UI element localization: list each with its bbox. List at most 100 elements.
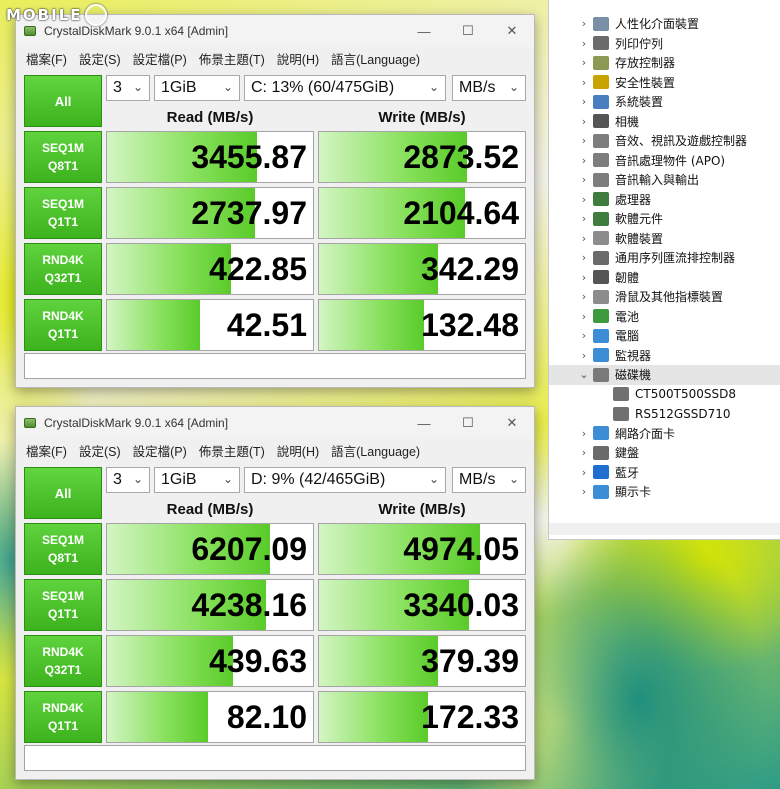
- chevron-right-icon[interactable]: ›: [577, 212, 591, 225]
- chevron-right-icon[interactable]: ›: [577, 329, 591, 342]
- device-category[interactable]: › 電腦: [549, 326, 780, 346]
- device-item[interactable]: ›RS512GSSD710: [549, 404, 780, 424]
- device-category[interactable]: › 顯示卡: [549, 482, 780, 502]
- read-result: 4238.16: [106, 579, 314, 631]
- device-category[interactable]: › 安全性裝置: [549, 73, 780, 93]
- chevron-right-icon[interactable]: ›: [577, 271, 591, 284]
- device-category[interactable]: › 處理器: [549, 190, 780, 210]
- close-icon[interactable]: ✕: [490, 15, 534, 47]
- device-category[interactable]: › 人性化介面裝置: [549, 14, 780, 34]
- test-size-select[interactable]: 1GiB ⌄: [154, 75, 240, 101]
- all-button[interactable]: All: [24, 467, 102, 519]
- seq1m-q1t1-button[interactable]: SEQ1M Q1T1: [24, 579, 102, 631]
- menu-theme[interactable]: 佈景主題(T): [193, 49, 271, 68]
- seq1m-q1t1-button[interactable]: SEQ1M Q1T1: [24, 187, 102, 239]
- drive-select[interactable]: D: 9% (42/465GiB) ⌄: [244, 467, 446, 493]
- chevron-right-icon[interactable]: ›: [577, 17, 591, 30]
- menu-help[interactable]: 說明(H): [271, 441, 325, 460]
- chevron-right-icon[interactable]: ›: [577, 251, 591, 264]
- seq1m-q8t1-button[interactable]: SEQ1M Q8T1: [24, 523, 102, 575]
- device-category[interactable]: › 監視器: [549, 346, 780, 366]
- device-category[interactable]: › 音效、視訊及遊戲控制器: [549, 131, 780, 151]
- chevron-right-icon[interactable]: ›: [577, 76, 591, 89]
- menu-help[interactable]: 說明(H): [271, 49, 325, 68]
- chevron-right-icon[interactable]: ›: [577, 154, 591, 167]
- crystaldiskmark-window-c: CrystalDiskMark 9.0.1 x64 [Admin] — ☐ ✕ …: [15, 14, 535, 388]
- chevron-right-icon[interactable]: ›: [577, 56, 591, 69]
- device-icon: [593, 328, 609, 343]
- chevron-right-icon[interactable]: ›: [577, 446, 591, 459]
- all-button[interactable]: All: [24, 75, 102, 127]
- chevron-right-icon[interactable]: ›: [577, 485, 591, 498]
- rnd4k-q1t1-button[interactable]: RND4K Q1T1: [24, 691, 102, 743]
- rnd4k-q32t1-button[interactable]: RND4K Q32T1: [24, 635, 102, 687]
- comment-input[interactable]: [24, 353, 526, 379]
- device-category[interactable]: › 藍牙: [549, 463, 780, 483]
- device-category[interactable]: › 存放控制器: [549, 53, 780, 73]
- device-category[interactable]: › 網路介面卡: [549, 424, 780, 444]
- horizontal-scrollbar[interactable]: [549, 523, 780, 535]
- device-category[interactable]: › 系統裝置: [549, 92, 780, 112]
- menu-settings[interactable]: 設定(S): [73, 49, 127, 68]
- chevron-right-icon[interactable]: ›: [577, 349, 591, 362]
- chevron-down-icon[interactable]: ⌄: [577, 368, 591, 381]
- menu-language[interactable]: 語言(Language): [325, 441, 426, 460]
- read-bar: [107, 300, 200, 350]
- write-header: Write (MB/s): [378, 109, 466, 126]
- menu-profile[interactable]: 設定檔(P): [127, 49, 193, 68]
- chevron-right-icon[interactable]: ›: [577, 95, 591, 108]
- device-category[interactable]: › 滑鼠及其他指標裝置: [549, 287, 780, 307]
- watermark-circle-icon: [84, 4, 107, 26]
- chevron-right-icon[interactable]: ›: [577, 310, 591, 323]
- menu-theme[interactable]: 佈景主題(T): [193, 441, 271, 460]
- device-category[interactable]: › 軟體裝置: [549, 229, 780, 249]
- device-item[interactable]: ›CT500T500SSD8: [549, 385, 780, 405]
- maximize-icon[interactable]: ☐: [446, 15, 490, 47]
- menu-language[interactable]: 語言(Language): [325, 49, 426, 68]
- chevron-right-icon[interactable]: ›: [577, 193, 591, 206]
- test-size-select[interactable]: 1GiB ⌄: [154, 467, 240, 493]
- chevron-right-icon[interactable]: ›: [577, 232, 591, 245]
- device-label: RS512GSSD710: [635, 406, 731, 421]
- chevron-right-icon[interactable]: ›: [577, 427, 591, 440]
- close-icon[interactable]: ✕: [490, 407, 534, 439]
- seq1m-q8t1-button[interactable]: SEQ1M Q8T1: [24, 131, 102, 183]
- menu-bar: 檔案(F) 設定(S) 設定檔(P) 佈景主題(T) 說明(H) 語言(Lang…: [16, 439, 534, 461]
- device-category[interactable]: › 電池: [549, 307, 780, 327]
- device-category[interactable]: › 音訊輸入與輸出: [549, 170, 780, 190]
- chevron-right-icon[interactable]: ›: [577, 290, 591, 303]
- rnd4k-q32t1-button[interactable]: RND4K Q32T1: [24, 243, 102, 295]
- device-category[interactable]: › 鍵盤: [549, 443, 780, 463]
- rnd4k-q1t1-button[interactable]: RND4K Q1T1: [24, 299, 102, 351]
- unit-select[interactable]: MB/s ⌄: [452, 467, 526, 493]
- read-value: 82.10: [226, 699, 307, 735]
- device-category[interactable]: › 相機: [549, 112, 780, 132]
- menu-profile[interactable]: 設定檔(P): [127, 441, 193, 460]
- menu-file[interactable]: 檔案(F): [20, 441, 73, 460]
- maximize-icon[interactable]: ☐: [446, 407, 490, 439]
- chevron-right-icon[interactable]: ›: [577, 37, 591, 50]
- comment-input[interactable]: [24, 745, 526, 771]
- menu-settings[interactable]: 設定(S): [73, 441, 127, 460]
- test-count-select[interactable]: 3 ⌄: [106, 467, 150, 493]
- device-category[interactable]: › 音訊處理物件 (APO): [549, 151, 780, 171]
- device-category[interactable]: ⌄ 磁碟機: [549, 365, 780, 385]
- benchmark-row: RND4K Q1T1 82.10 172.33: [24, 691, 526, 743]
- minimize-icon[interactable]: —: [402, 15, 446, 47]
- device-category[interactable]: › 軟體元件: [549, 209, 780, 229]
- window-title: CrystalDiskMark 9.0.1 x64 [Admin]: [44, 24, 229, 38]
- menu-file[interactable]: 檔案(F): [20, 49, 73, 68]
- chevron-right-icon[interactable]: ›: [577, 134, 591, 147]
- test-count-select[interactable]: 3 ⌄: [106, 75, 150, 101]
- device-category[interactable]: › 韌體: [549, 268, 780, 288]
- chevron-right-icon[interactable]: ›: [577, 466, 591, 479]
- minimize-icon[interactable]: —: [402, 407, 446, 439]
- device-category[interactable]: › 通用序列匯流排控制器: [549, 248, 780, 268]
- device-category[interactable]: › 列印佇列: [549, 34, 780, 54]
- unit-select[interactable]: MB/s ⌄: [452, 75, 526, 101]
- device-label: 顯示卡: [615, 485, 652, 500]
- chevron-right-icon[interactable]: ›: [577, 115, 591, 128]
- chevron-right-icon[interactable]: ›: [577, 173, 591, 186]
- device-label: 滑鼠及其他指標裝置: [615, 290, 724, 305]
- drive-select[interactable]: C: 13% (60/475GiB) ⌄: [244, 75, 446, 101]
